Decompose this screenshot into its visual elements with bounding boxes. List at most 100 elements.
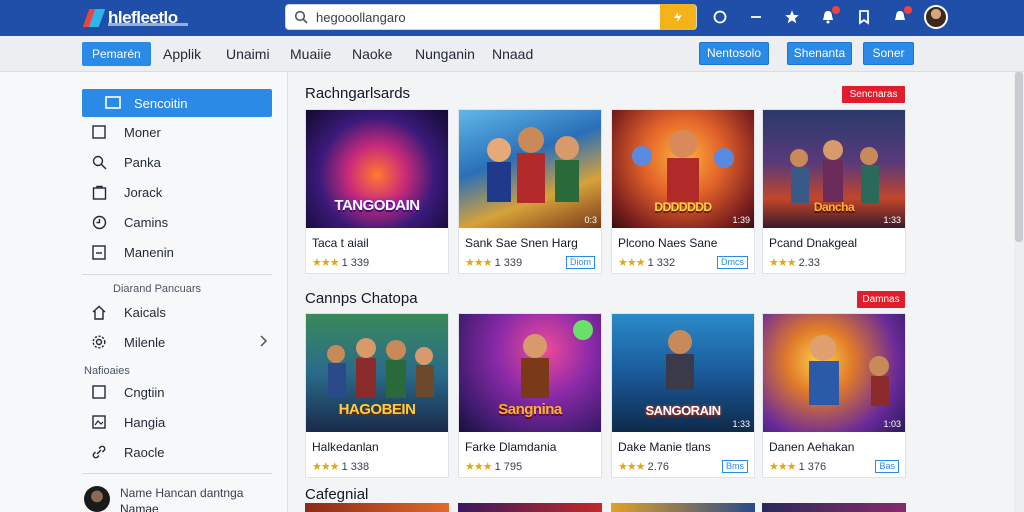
game-card-partial[interactable] — [458, 503, 602, 512]
star-icon[interactable] — [780, 5, 804, 29]
sidebar-item-sencoitin[interactable]: Sencoitin — [82, 89, 272, 117]
sidebar: Sencoitin Moner Panka Jorack Camins Mane… — [0, 72, 288, 512]
game-thumbnail: Sangnina — [459, 314, 601, 432]
tab-naoke[interactable]: Naoke — [352, 42, 392, 66]
sidebar-item-moner[interactable]: Moner — [82, 118, 272, 146]
game-rating: ★★★ 1 339 — [465, 256, 523, 270]
avatar — [84, 486, 110, 512]
game-logo-text: Dancha — [813, 200, 855, 214]
link-icon — [90, 443, 108, 461]
sidebar-item-panka[interactable]: Panka — [82, 148, 272, 176]
top-icons — [708, 4, 948, 30]
search-input[interactable] — [316, 8, 646, 26]
game-rating: ★★★ 1 338 — [312, 460, 370, 474]
tab-pemaren[interactable]: Pemarén — [82, 42, 151, 66]
square-icon — [90, 123, 108, 141]
image-icon — [90, 413, 108, 431]
user-avatar[interactable] — [924, 5, 948, 29]
sidebar-item-raocle[interactable]: Raocle — [82, 438, 272, 466]
user-name: Name Hancan dantnga — [120, 486, 244, 500]
section-badge[interactable]: Sencnaras — [842, 86, 905, 103]
game-card-partial[interactable] — [611, 503, 755, 512]
tab-unaimi[interactable]: Unaimi — [226, 42, 270, 66]
tab-nunganin[interactable]: Nunganin — [415, 42, 475, 66]
circle-icon[interactable] — [708, 5, 732, 29]
sidebar-item-cngtiin[interactable]: Cngtiin — [82, 378, 272, 406]
notification-icon[interactable] — [816, 5, 840, 29]
search-icon — [90, 153, 108, 171]
star-icon: ★★★ — [312, 461, 340, 473]
game-tag: 1:33 — [732, 419, 750, 429]
game-title: Farke Dlamdania — [465, 440, 557, 454]
section-heading: Nafioaies — [84, 365, 130, 377]
tab-muaiie[interactable]: Muaiie — [290, 42, 331, 66]
section-title: Cafegnial — [305, 486, 369, 503]
nav-button-2[interactable]: Shenanta — [787, 42, 852, 65]
tab-applik[interactable]: Applik — [163, 42, 201, 66]
game-card[interactable]: DDDDDDD 1:39 Plcono Naes Sane ★★★ 1 332 D… — [611, 109, 755, 274]
tab-nnaad[interactable]: Nnaad — [492, 42, 533, 66]
sidebar-item-hangia[interactable]: Hangia — [82, 408, 272, 436]
section-title: Cannps Chatopa — [305, 290, 418, 307]
game-rating: ★★★ 1 795 — [465, 460, 523, 474]
game-tag: 1:33 — [883, 215, 901, 225]
game-card[interactable]: SANGORAIN 1:33 Dake Manie tlans ★★★ 2.76 … — [611, 313, 755, 478]
game-rating: ★★★ 1 332 — [618, 256, 676, 270]
game-logo-text: Sangnina — [498, 401, 562, 418]
game-card[interactable]: HAGOBEIN Halkedanlan ★★★ 1 338 — [305, 313, 449, 478]
game-logo-text: DDDDDDD — [654, 200, 712, 214]
game-card[interactable]: TANGODAIN Taca t aiail ★★★ 1 339 — [305, 109, 449, 274]
logo-icon — [82, 8, 106, 28]
sidebar-item-kaicals[interactable]: Kaicals — [82, 298, 272, 326]
game-card[interactable]: Dancha 1:33 Pcand Dnakgeal ★★★ 2.33 — [762, 109, 906, 274]
home-icon — [90, 303, 108, 321]
sidebar-item-label: Jorack — [124, 184, 163, 200]
nav-button-3[interactable]: Soner — [863, 42, 914, 65]
star-icon: ★★★ — [465, 461, 493, 473]
star-icon: ★★★ — [618, 257, 646, 269]
game-card-partial[interactable] — [762, 503, 906, 512]
game-title: Pcand Dnakgeal — [769, 236, 858, 250]
nav-button-1[interactable]: Nentosolo — [699, 42, 769, 65]
user-profile[interactable]: Name Hancan dantnga Namae — [84, 486, 284, 512]
sidebar-item-milenle[interactable]: Milenle — [82, 328, 272, 356]
sidebar-item-label: Raocle — [124, 444, 165, 460]
alert-icon[interactable] — [888, 5, 912, 29]
section-badge[interactable]: Damnas — [857, 291, 905, 308]
sidebar-item-label: Manenin — [124, 244, 174, 260]
game-logo-text: HAGOBEIN — [338, 401, 416, 418]
game-logo-text: TANGODAIN — [334, 197, 420, 214]
search-button[interactable] — [660, 4, 696, 30]
game-thumbnail: HAGOBEIN — [306, 314, 448, 432]
chevron-right-icon[interactable] — [258, 334, 268, 348]
game-tag: 0:3 — [584, 215, 597, 225]
sidebar-item-camins[interactable]: Camins — [82, 208, 272, 236]
game-thumbnail: SANGORAIN 1:33 — [612, 314, 754, 432]
scrollbar-thumb[interactable] — [1015, 72, 1023, 242]
sidebar-item-jorack[interactable]: Jorack — [82, 178, 272, 206]
minus-icon[interactable] — [744, 5, 768, 29]
game-card[interactable]: 1:03 Danen Aehakan ★★★ 1 376 Bas — [762, 313, 906, 478]
sidebar-item-manenin[interactable]: Manenin — [82, 238, 272, 266]
game-rating: ★★★ 1 376 — [769, 460, 827, 474]
sidebar-item-label: Camins — [124, 214, 169, 230]
lightning-icon — [674, 12, 682, 22]
star-icon: ★★★ — [769, 257, 797, 269]
section-heading: Diarand Pancuars — [113, 283, 202, 295]
game-title: Plcono Naes Sane — [618, 236, 718, 250]
game-card-partial[interactable] — [305, 503, 449, 512]
game-card[interactable]: Sangnina Farke Dlamdania ★★★ 1 795 — [458, 313, 602, 478]
square-icon — [90, 383, 108, 401]
game-card[interactable]: 0:3 Sank Sae Snen Harg ★★★ 1 339 Diom — [458, 109, 602, 274]
game-chip: Diom — [565, 256, 595, 269]
app-logo[interactable]: hlefleetlo — [82, 5, 188, 31]
game-title: Halkedanlan — [312, 440, 379, 454]
game-logo-text: SANGORAIN — [645, 403, 721, 418]
game-chip: Dmcs — [717, 256, 748, 269]
scrollbar[interactable] — [1014, 72, 1024, 512]
game-thumbnail: TANGODAIN — [306, 110, 448, 228]
game-tag: 1:39 — [732, 215, 750, 225]
bookmark-icon[interactable] — [852, 5, 876, 29]
sidebar-item-label: Cngtiin — [124, 384, 165, 400]
divider — [82, 274, 272, 275]
